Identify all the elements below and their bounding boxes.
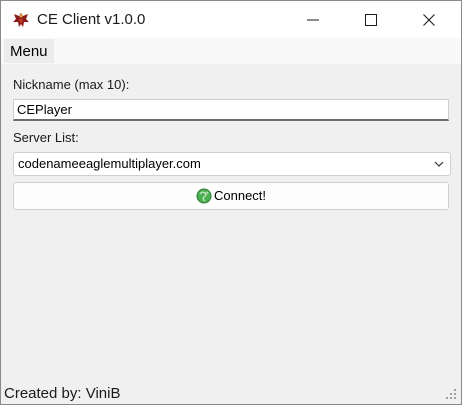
chevron-down-icon <box>434 161 444 167</box>
client-window: CE Client v1.0.0 Menu Nickname (max 10):… <box>0 0 462 405</box>
maximize-icon <box>365 14 377 26</box>
eagle-icon <box>13 13 29 27</box>
close-button[interactable] <box>401 1 457 38</box>
nickname-label: Nickname (max 10): <box>13 77 130 92</box>
server-list-label: Server List: <box>13 130 79 145</box>
server-list-dropdown[interactable]: codenameeaglemultiplayer.com <box>13 152 451 176</box>
maximize-button[interactable] <box>343 1 399 38</box>
nickname-input[interactable] <box>13 99 449 121</box>
resize-grip-icon[interactable] <box>445 388 457 400</box>
globe-icon <box>196 188 212 204</box>
client-form: Nickname (max 10): Server List: codename… <box>1 64 461 404</box>
server-list-selected: codenameeaglemultiplayer.com <box>18 156 201 171</box>
menu-bar: Menu <box>1 38 461 64</box>
connect-button-label: Connect! <box>214 188 267 203</box>
credit-text: Created by: ViniB <box>4 385 121 402</box>
title-bar[interactable]: CE Client v1.0.0 <box>1 1 461 38</box>
window-title: CE Client v1.0.0 <box>37 11 146 28</box>
minimize-icon <box>307 19 319 21</box>
minimize-button[interactable] <box>285 1 341 38</box>
close-icon <box>423 14 435 26</box>
connect-button[interactable]: Connect! <box>13 182 449 210</box>
menu-item-menu[interactable]: Menu <box>4 39 54 63</box>
